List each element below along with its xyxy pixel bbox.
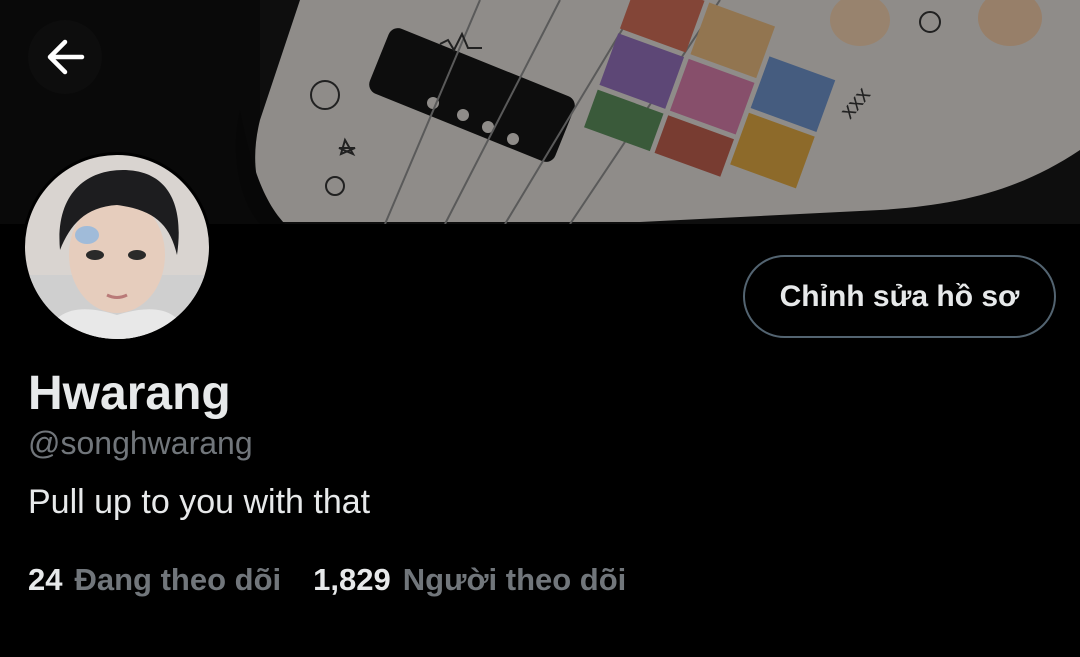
following-link[interactable]: 24 Đang theo dõi bbox=[28, 562, 281, 598]
followers-label: Người theo dõi bbox=[402, 562, 627, 597]
username-handle: @songhwarang bbox=[28, 425, 253, 461]
profile-photo bbox=[25, 155, 209, 339]
edit-profile-label: Chỉnh sửa hồ sơ bbox=[779, 279, 1020, 313]
back-button[interactable] bbox=[28, 20, 102, 94]
profile-bio: Pull up to you with that bbox=[28, 483, 371, 521]
arrow-left-icon bbox=[47, 39, 85, 75]
following-count: 24 bbox=[28, 562, 63, 597]
follow-stats: 24 Đang theo dõi 1,829 Người theo dõi bbox=[28, 562, 626, 598]
edit-profile-button[interactable]: Chỉnh sửa hồ sơ bbox=[743, 255, 1056, 338]
followers-link[interactable]: 1,829 Người theo dõi bbox=[313, 562, 626, 598]
display-name: Hwarang bbox=[28, 367, 231, 420]
followers-count: 1,829 bbox=[313, 562, 391, 597]
following-label: Đang theo dõi bbox=[74, 562, 282, 597]
avatar[interactable] bbox=[22, 152, 212, 342]
